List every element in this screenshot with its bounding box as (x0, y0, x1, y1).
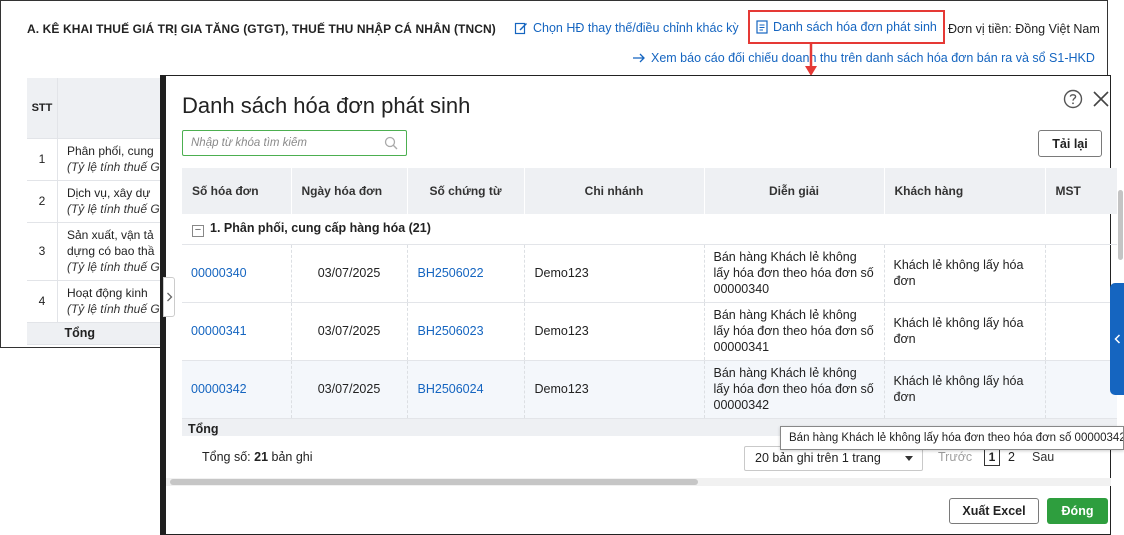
invoice-number-link[interactable]: 00000341 (182, 302, 292, 361)
pager-page-current[interactable]: 1 (984, 448, 1000, 466)
pager-page-2[interactable]: 2 (1008, 450, 1015, 464)
description-cell: Bán hàng Khách lẻ không lấy hóa đơn theo… (704, 360, 885, 419)
red-arrow-annotation (805, 44, 817, 76)
chevron-down-icon (905, 456, 913, 461)
horizontal-scrollbar[interactable] (166, 478, 1111, 486)
search-box[interactable] (182, 130, 407, 156)
invoice-number-link[interactable]: 00000340 (182, 244, 292, 303)
close-button[interactable]: Đóng (1047, 498, 1108, 524)
total-records-count: 21 (254, 450, 269, 464)
declaration-row-desc: Dịch vụ, xây dự (Tỷ lệ tính thuế GT (57, 180, 167, 223)
revenue-report-link-label: Xem báo cáo đối chiếu doanh thu trên dan… (651, 51, 1095, 65)
table-row[interactable]: 00000340 03/07/2025 BH2506022 Demo123 Bá… (182, 244, 1117, 303)
horizontal-scroll-thumb[interactable] (170, 479, 698, 485)
declaration-table: STT 1 Phân phối, cung (Tỷ lệ tính thuế GT… (27, 78, 167, 345)
search-input[interactable] (183, 131, 373, 155)
column-header-invoice-no[interactable]: Số hóa đơn (182, 168, 292, 214)
page-size-value: 20 bản ghi trên 1 trang (755, 451, 881, 465)
edit-document-icon (514, 22, 527, 35)
invoice-date: 03/07/2025 (291, 244, 408, 303)
group-label: 1. Phân phối, cung cấp hàng hóa (21) (210, 220, 431, 235)
replace-invoice-link-label: Chọn HĐ thay thế/điều chỉnh khác kỳ (533, 21, 739, 35)
column-header-tax-code[interactable]: MST (1045, 168, 1117, 214)
revenue-report-link[interactable]: Xem báo cáo đối chiếu doanh thu trên dan… (633, 51, 1095, 65)
declaration-row-stt: 2 (27, 180, 58, 223)
description-cell: Bán hàng Khách lẻ không lấy hóa đơn theo… (704, 302, 885, 361)
group-row[interactable]: −1. Phân phối, cung cấp hàng hóa (21) (182, 214, 1117, 245)
search-icon[interactable] (384, 136, 398, 150)
column-header-customer[interactable]: Khách hàng (884, 168, 1046, 214)
invoice-number-link[interactable]: 00000342 (182, 360, 292, 419)
help-circle-icon[interactable] (1063, 89, 1083, 109)
declaration-row-desc: Phân phối, cung (Tỷ lệ tính thuế GT (57, 138, 167, 181)
close-icon[interactable] (1092, 90, 1110, 108)
vertical-scroll-thumb[interactable] (1118, 190, 1123, 260)
customer-cell: Khách lẻ không lấy hóa đơn (884, 302, 1046, 361)
invoice-grid: Số hóa đơn Ngày hóa đơn Số chứng từ Chi … (182, 168, 1117, 436)
description-cell: Bán hàng Khách lẻ không lấy hóa đơn theo… (704, 244, 885, 303)
declaration-row: 4 Hoạt động kinh (Tỷ lệ tính thuế GT (27, 280, 167, 323)
table-row[interactable]: 00000342 03/07/2025 BH2506024 Demo123 Bá… (182, 360, 1117, 419)
stt-column-header: STT (27, 78, 58, 139)
tax-code-cell (1045, 244, 1117, 303)
document-number-link[interactable]: BH2506024 (407, 360, 525, 419)
table-row[interactable]: 00000341 03/07/2025 BH2506023 Demo123 Bá… (182, 302, 1117, 361)
declaration-total-row: Tổng (27, 322, 167, 345)
chevron-left-icon (1113, 334, 1120, 344)
declaration-row-desc: Sản xuất, vận tả dựng có bao thầ (Tỷ lệ tí… (57, 222, 167, 281)
column-header-invoice-date[interactable]: Ngày hóa đơn (291, 168, 408, 214)
tax-code-cell (1045, 360, 1117, 419)
branch-cell: Demo123 (524, 244, 705, 303)
column-header-description[interactable]: Diễn giải (704, 168, 885, 214)
tax-code-cell (1045, 302, 1117, 361)
declaration-row: 1 Phân phối, cung (Tỷ lệ tính thuế GT (27, 138, 167, 181)
arrow-right-icon (633, 53, 645, 63)
pager-previous[interactable]: Trước (938, 450, 972, 464)
declaration-row-desc: Hoạt động kinh (Tỷ lệ tính thuế GT (57, 280, 167, 323)
invoice-list-link-label: Danh sách hóa đơn phát sinh (773, 20, 937, 34)
branch-cell: Demo123 (524, 360, 705, 419)
currency-unit-label: Đơn vị tiền: Đồng Việt Nam (948, 22, 1100, 36)
replace-invoice-link[interactable]: Chọn HĐ thay thế/điều chỉnh khác kỳ (514, 21, 739, 35)
declaration-row-stt: 4 (27, 280, 58, 323)
declaration-row-stt: 3 (27, 222, 58, 281)
declaration-row-stt: 1 (27, 138, 58, 181)
dialog-title: Danh sách hóa đơn phát sinh (182, 93, 471, 118)
total-records-label: Tổng số: 21 bản ghi (202, 450, 313, 464)
document-number-link[interactable]: BH2506022 (407, 244, 525, 303)
export-excel-button[interactable]: Xuất Excel (949, 498, 1039, 524)
pager-next[interactable]: Sau (1032, 450, 1054, 464)
reload-button[interactable]: Tải lại (1038, 130, 1102, 157)
declaration-table-header: STT (27, 78, 167, 139)
invoice-list-link[interactable]: Danh sách hóa đơn phát sinh (748, 10, 945, 44)
grid-header-row: Số hóa đơn Ngày hóa đơn Số chứng từ Chi … (182, 168, 1117, 214)
invoice-list-dialog: Danh sách hóa đơn phát sinh Tải lại Số h… (160, 75, 1123, 535)
expand-panel-toggle[interactable] (163, 277, 175, 317)
column-header-doc-no[interactable]: Số chứng từ (407, 168, 525, 214)
customer-cell: Khách lẻ không lấy hóa đơn (884, 360, 1046, 419)
invoice-date: 03/07/2025 (291, 360, 408, 419)
branch-cell: Demo123 (524, 302, 705, 361)
description-tooltip: Bán hàng Khách lẻ không lấy hóa đơn theo… (780, 426, 1124, 450)
side-panel-toggle[interactable] (1110, 283, 1124, 395)
document-number-link[interactable]: BH2506023 (407, 302, 525, 361)
declaration-row: 3 Sản xuất, vận tả dựng có bao thầ (Tỷ lệ … (27, 222, 167, 281)
declaration-section-title: A. KÊ KHAI THUẾ GIÁ TRỊ GIA TĂNG (GTGT),… (27, 22, 496, 36)
column-header-branch[interactable]: Chi nhánh (524, 168, 705, 214)
collapse-toggle-icon[interactable]: − (192, 224, 204, 237)
document-list-icon (756, 20, 768, 34)
invoice-date: 03/07/2025 (291, 302, 408, 361)
customer-cell: Khách lẻ không lấy hóa đơn (884, 244, 1046, 303)
chevron-right-icon (166, 292, 172, 302)
declaration-row: 2 Dịch vụ, xây dự (Tỷ lệ tính thuế GT (27, 180, 167, 223)
declaration-total-label: Tổng (57, 322, 167, 345)
